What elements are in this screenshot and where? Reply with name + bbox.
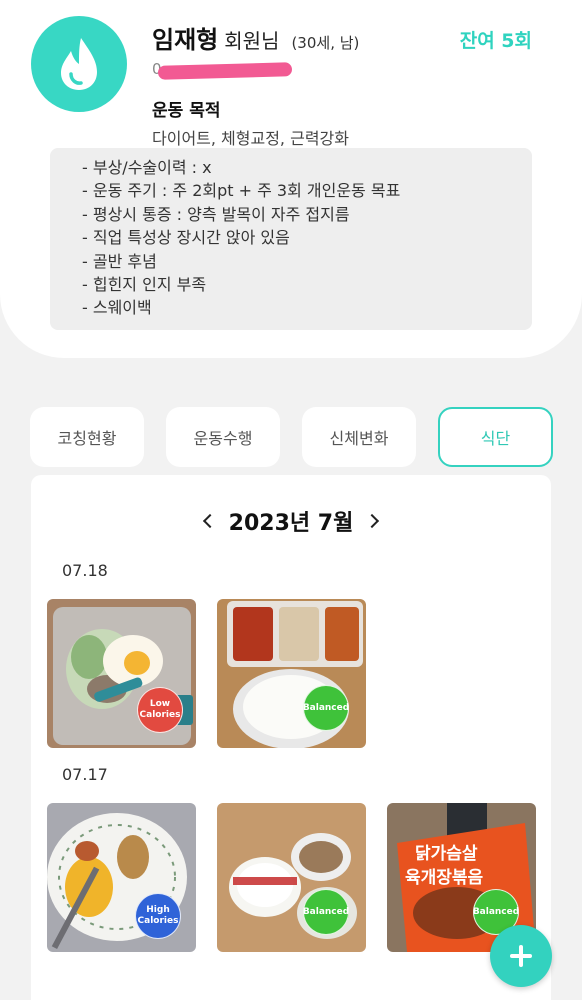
note-line: - 부상/수술이력 : x <box>82 158 212 177</box>
remaining-sessions: 잔여 5회 <box>459 30 532 52</box>
badge-text-line2: Calories <box>139 710 181 720</box>
lunchbox-photo <box>217 599 366 748</box>
goal-title: 운동 목적 <box>152 101 221 121</box>
badge-text-line1: Low <box>149 699 171 709</box>
goal-text: 다이어트, 체형교정, 근력강화 <box>152 129 349 148</box>
calorie-badge: Low Calories <box>137 687 183 733</box>
tab-workout[interactable]: 운동수행 <box>166 407 280 467</box>
member-name: 임재형 <box>152 26 219 54</box>
tab-body-change[interactable]: 신체변화 <box>302 407 416 467</box>
member-name-row: 임재형 회원님 (30세, 남) <box>152 20 359 55</box>
badge-text-line1: Balanced <box>302 906 350 917</box>
month-label: 2023년 7월 <box>228 511 354 536</box>
meal-photo[interactable]: Balanced <box>217 803 366 952</box>
avatar <box>31 16 127 112</box>
diet-panel: 2023년 7월 07.18 Low Calories Balanced 07.… <box>31 475 551 1000</box>
note-line: - 직업 특성상 장시간 앉아 있음 <box>82 228 290 248</box>
tab-coaching-status[interactable]: 코칭현황 <box>30 407 144 467</box>
tab-diet[interactable]: 식단 <box>438 407 553 467</box>
phone-redaction <box>157 62 293 80</box>
calorie-badge: High Calories <box>135 893 181 939</box>
drop-logo-icon <box>61 38 97 90</box>
member-meta: (30세, 남) <box>291 34 360 52</box>
package-label-line2: 육개장볶음 <box>405 868 484 888</box>
package-label-line1: 닭가슴살 <box>415 844 478 864</box>
rice-bowl-photo <box>217 803 366 952</box>
note-line: - 평상시 통증 : 양측 발목이 자주 접지름 <box>82 204 350 224</box>
meal-photo[interactable]: Balanced <box>217 599 366 748</box>
note-line: - 운동 주기 : 주 2회pt + 주 3회 개인운동 목표 <box>82 181 401 201</box>
chevron-right-icon[interactable] <box>365 513 380 529</box>
calorie-badge: Balanced <box>303 889 349 935</box>
badge-text-line2: Calories <box>137 916 179 926</box>
plus-icon <box>510 945 532 967</box>
phone-number: 0 <box>152 60 293 82</box>
note-line: - 골반 후념 <box>82 251 157 271</box>
badge-text-line1: Balanced <box>302 702 350 713</box>
note-line: - 스웨이백 <box>82 298 152 318</box>
tab-bar: 코칭현황 운동수행 신체변화 식단 <box>30 407 553 467</box>
meal-photo[interactable]: Low Calories <box>47 599 196 748</box>
badge-text-line1: High <box>146 905 170 915</box>
member-suffix: 회원님 <box>224 29 280 53</box>
calorie-badge: Balanced <box>303 685 349 731</box>
month-navigator: 2023년 7월 <box>31 505 551 537</box>
chevron-left-icon[interactable] <box>202 513 217 529</box>
note-line: - 힙힌지 인지 부족 <box>82 275 207 295</box>
badge-text-line1: Balanced <box>472 906 520 917</box>
profile-card: 임재형 회원님 (30세, 남) 잔여 5회 0 운동 목적 다이어트, 체형교… <box>0 0 582 358</box>
notes-box: - 부상/수술이력 : x - 운동 주기 : 주 2회pt + 주 3회 개인… <box>50 148 532 330</box>
meal-date: 07.18 <box>62 561 108 580</box>
add-meal-button[interactable] <box>490 925 552 987</box>
meal-photo[interactable]: High Calories <box>47 803 196 952</box>
meal-date: 07.17 <box>62 765 108 784</box>
